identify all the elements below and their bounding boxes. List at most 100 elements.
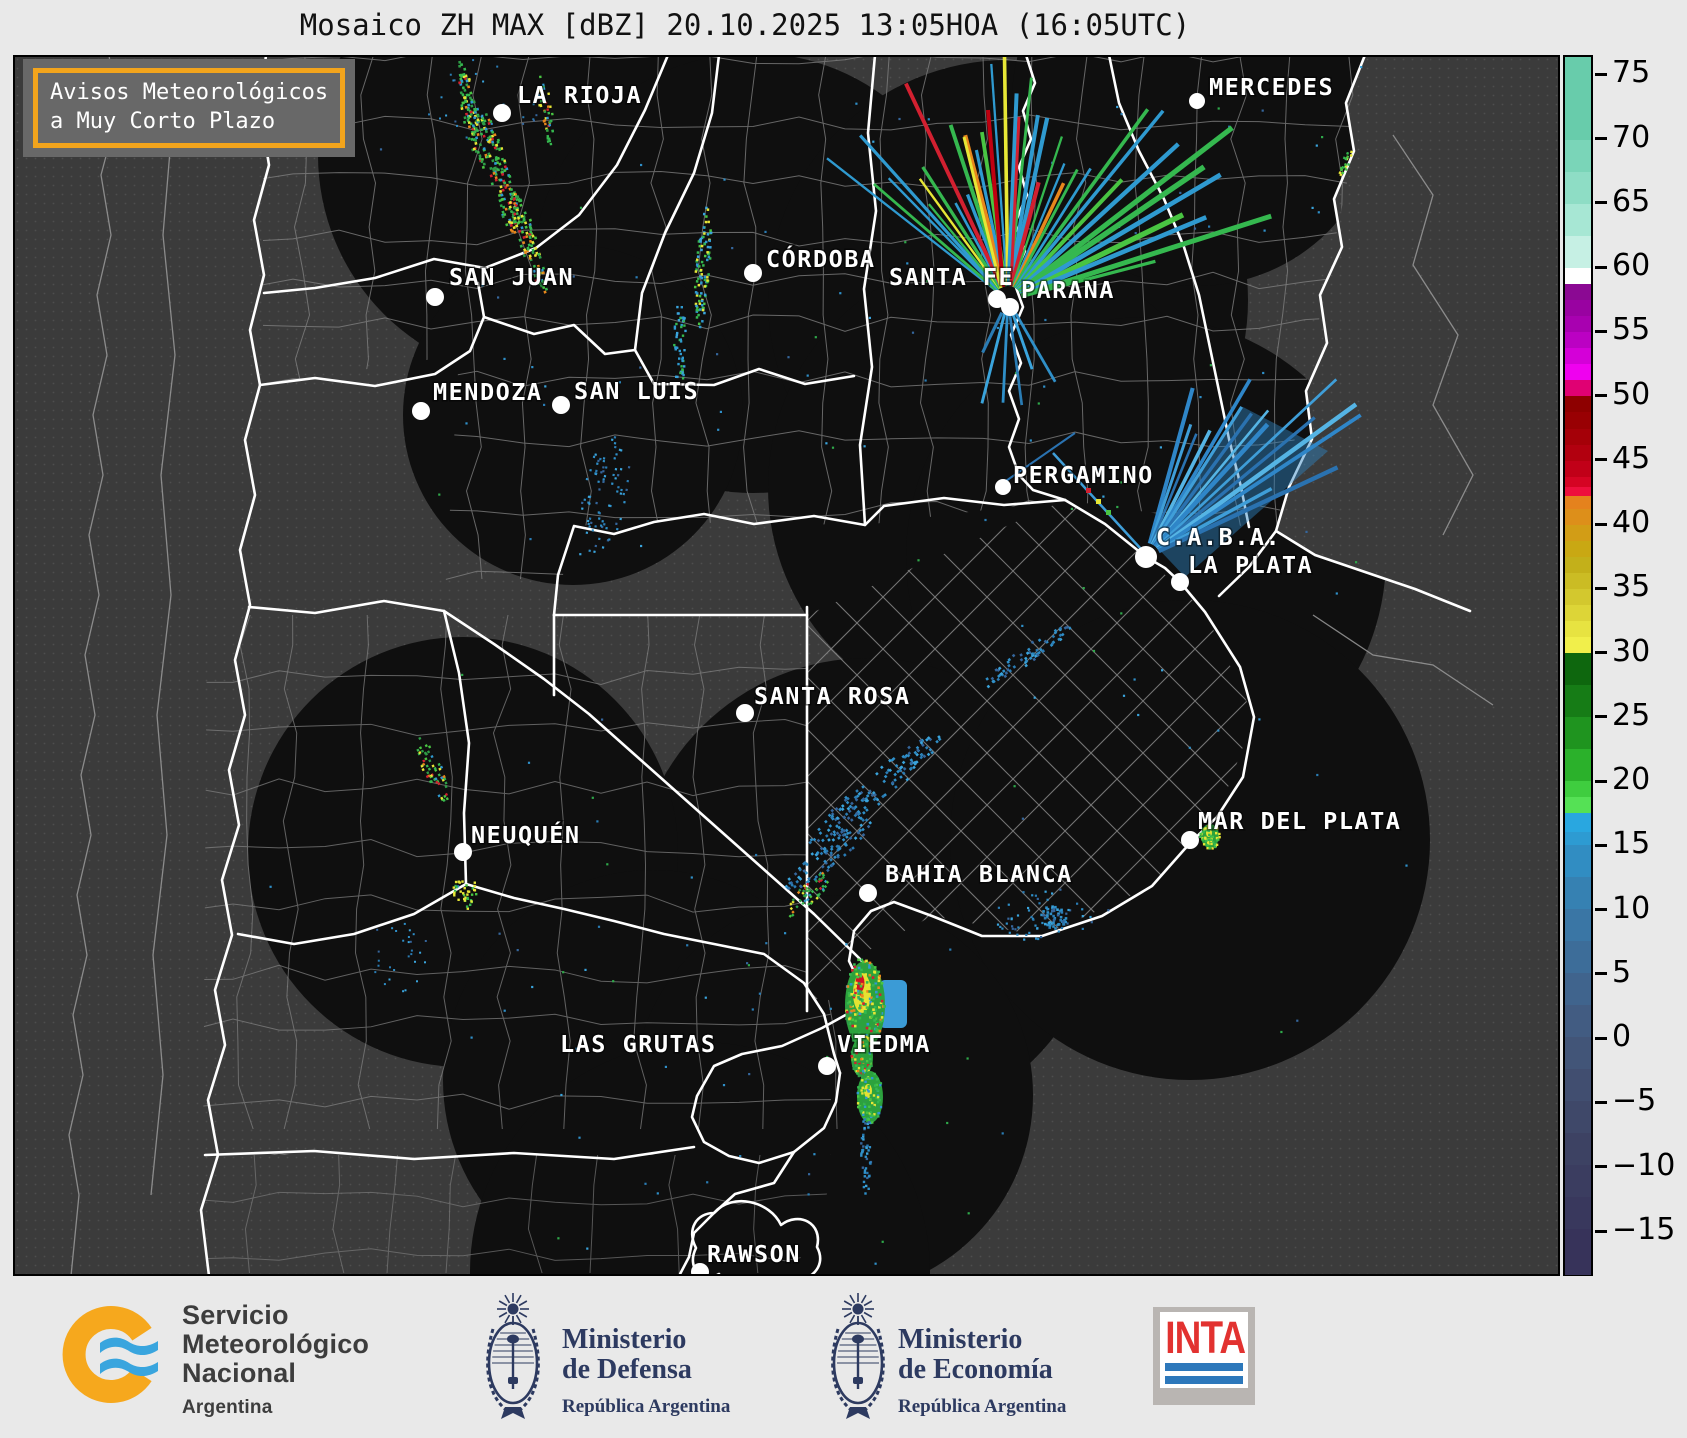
- economia-line-2: de Economía: [898, 1354, 1053, 1385]
- colorbar-tick-label: −10: [1612, 1147, 1676, 1183]
- page-title: Mosaico ZH MAX [dBZ] 20.10.2025 13:05HOA…: [299, 8, 1191, 42]
- colorbar-segment: [1565, 652, 1591, 686]
- smn-line-2: Meteorológico: [182, 1329, 370, 1359]
- city-label-viedma: VIEDMA: [837, 1030, 931, 1058]
- economia-line-3: República Argentina: [898, 1396, 1067, 1417]
- colorbar-tick-mark: [1595, 394, 1607, 398]
- colorbar-tick-mark: [1595, 72, 1607, 76]
- colorbar-segment: [1565, 1229, 1591, 1275]
- colorbar-segment: [1565, 364, 1591, 382]
- colorbar-segment: [1565, 620, 1591, 638]
- colorbar-segment: [1565, 540, 1591, 558]
- smn-line-3: Nacional: [182, 1358, 297, 1388]
- colorbar-tick-label: 5: [1612, 955, 1632, 991]
- radar-map-canvas: MERCEDESLA RIOJASAN JUANCÓRDOBASANTA FE P…: [13, 55, 1560, 1276]
- inta-logo-text: INTA: [1165, 1312, 1246, 1363]
- colorbar-tick-mark: [1595, 1036, 1607, 1040]
- warning-banner: Avisos Meteorológicos a Muy Corto Plazo: [23, 59, 356, 157]
- colorbar-tick-mark: [1595, 137, 1607, 141]
- colorbar-segment: [1565, 556, 1591, 574]
- defensa-line-1: Ministerio: [562, 1324, 687, 1355]
- colorbar-segment: [1565, 588, 1591, 606]
- city-label-parana: PARANA: [1021, 276, 1115, 304]
- colorbar-segment: [1565, 476, 1591, 489]
- colorbar-tick-label: 70: [1612, 119, 1651, 155]
- colorbar-segment: [1565, 380, 1591, 398]
- colorbar-segment: [1565, 940, 1591, 974]
- city-label-bahia-blanca: BAHIA BLANCA: [885, 860, 1073, 888]
- colorbar-tick-mark: [1595, 651, 1607, 655]
- colorbar-segment: [1565, 348, 1591, 366]
- city-label-mar-del-plata: MAR DEL PLATA: [1198, 807, 1401, 835]
- colorbar-segment: [1565, 332, 1591, 350]
- colorbar-tick-mark: [1595, 908, 1607, 912]
- colorbar-tick-label: 0: [1612, 1019, 1632, 1055]
- colorbar-segment: [1565, 908, 1591, 942]
- colorbar-tick-mark: [1595, 201, 1607, 205]
- colorbar-segment: [1565, 396, 1591, 414]
- defensa-line-2: de Defensa: [562, 1354, 692, 1385]
- colorbar-tick-mark: [1595, 1229, 1607, 1233]
- footer: Servicio Meteorológico Nacional Argentin…: [0, 1277, 1687, 1438]
- colorbar-segment: [1565, 748, 1591, 782]
- colorbar-segment: [1565, 172, 1591, 205]
- colorbar-segment: [1565, 268, 1591, 285]
- colorbar-segment: [1565, 508, 1591, 526]
- colorbar-segment: [1565, 284, 1591, 301]
- colorbar-segment: [1565, 1197, 1591, 1230]
- colorbar-segment: [1565, 1037, 1591, 1070]
- colorbar-segment: [1565, 1133, 1591, 1166]
- colorbar-segment: [1565, 796, 1591, 814]
- colorbar-segment: [1565, 604, 1591, 622]
- city-label-san-juan: SAN JUAN: [449, 263, 574, 291]
- smn-line-4: Argentina: [182, 1397, 273, 1418]
- colorbar-segment: [1565, 236, 1591, 269]
- economia-coat-of-arms-icon: [831, 1293, 885, 1419]
- colorbar-tick-mark: [1595, 779, 1607, 783]
- colorbar-tick-mark: [1595, 1165, 1607, 1169]
- city-label-mercedes: MERCEDES: [1209, 73, 1334, 101]
- colorbar-segment: [1565, 316, 1591, 334]
- city-label-santa-fe: SANTA FE: [889, 263, 1014, 291]
- colorbar-segment: [1565, 780, 1591, 798]
- colorbar-tick-mark: [1595, 1100, 1607, 1104]
- inta-logo: INTA: [1153, 1307, 1255, 1405]
- colorbar-segment: [1565, 57, 1591, 141]
- colorbar-tick-label: 25: [1612, 698, 1651, 734]
- city-las-grutas: LAS GRUTAS: [559, 1029, 717, 1060]
- smn-line-1: Servicio: [182, 1300, 289, 1330]
- colorbar-segment: [1565, 1101, 1591, 1134]
- colorbar-segment: [1565, 636, 1591, 654]
- colorbar-segment: [1565, 876, 1591, 910]
- colorbar-segment: [1565, 1004, 1591, 1038]
- colorbar-tick-label: 65: [1612, 183, 1651, 219]
- colorbar-tick-label: 15: [1612, 826, 1651, 862]
- city-label-san-luis: SAN LUIS: [574, 377, 699, 405]
- colorbar-tick-mark: [1595, 458, 1607, 462]
- colorbar-segment: [1565, 684, 1591, 718]
- defensa-coat-of-arms-icon: [486, 1293, 540, 1419]
- inta-bar-1: [1165, 1363, 1243, 1371]
- colorbar-segment: [1565, 572, 1591, 590]
- economia-logo-text: Ministerio de Economía República Argenti…: [898, 1325, 1066, 1422]
- radar-map: MERCEDES LA RIOJA SAN JUAN CÓRDOBA SANTA FE P…: [13, 55, 1560, 1276]
- colorbar-tick-label: 45: [1612, 440, 1651, 476]
- city-label-la-rioja: LA RIOJA: [517, 81, 642, 109]
- colorbar-segment: [1565, 812, 1591, 833]
- colorbar-segment: [1565, 496, 1591, 510]
- inta-logo-inner: INTA: [1160, 1312, 1248, 1388]
- colorbar-segment: [1565, 844, 1591, 878]
- city-label-la-plata: LA PLATA: [1188, 551, 1313, 579]
- colorbar-segment: [1565, 1165, 1591, 1198]
- warning-line-2: a Muy Corto Plazo: [50, 109, 276, 134]
- colorbar-segment: [1565, 204, 1591, 237]
- smn-logo-icon: [62, 1306, 158, 1403]
- colorbar-tick-mark: [1595, 265, 1607, 269]
- colorbar-segment: [1565, 972, 1591, 1006]
- colorbar-tick-label: 35: [1612, 569, 1651, 605]
- city-label-pergamino: PERGAMINO: [1013, 461, 1154, 489]
- colorbar-tick-label: −5: [1612, 1083, 1657, 1119]
- city-label-c-rdoba: CÓRDOBA: [766, 245, 876, 273]
- colorbar-tick-mark: [1595, 329, 1607, 333]
- colorbar-segment: [1565, 524, 1591, 542]
